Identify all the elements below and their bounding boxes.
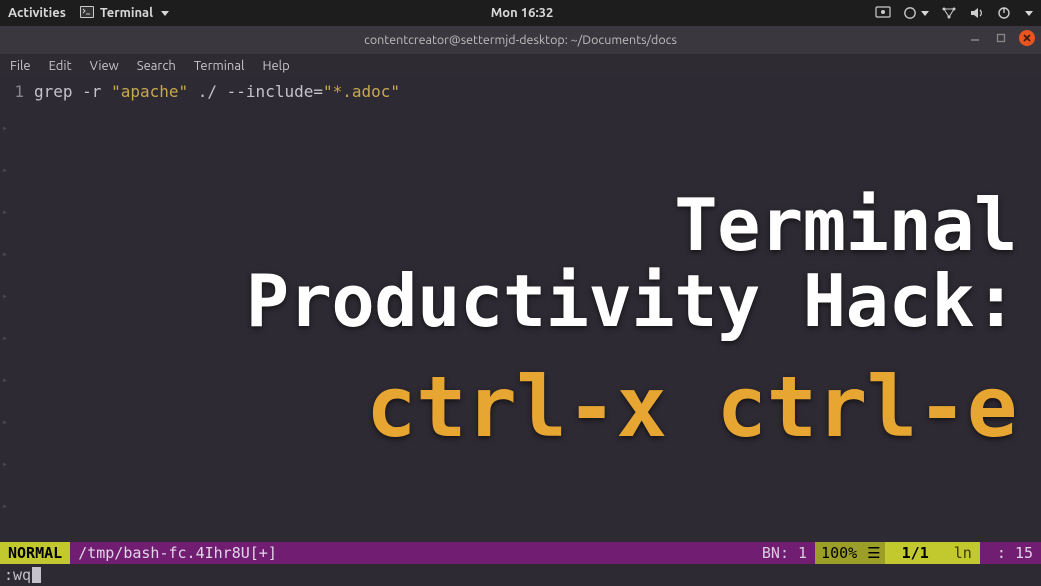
menu-search[interactable]: Search	[137, 59, 176, 73]
terminal-app-icon	[80, 6, 94, 21]
maximize-button[interactable]	[993, 30, 1009, 46]
power-icon[interactable]	[997, 6, 1011, 20]
overlay-subtitle: ctrl-x ctrl-e	[246, 361, 1017, 453]
file-segment: /tmp/bash-fc.4Ihr8U[+]	[70, 542, 285, 564]
chevron-down-icon	[921, 11, 929, 16]
circle-status-icon[interactable]	[903, 6, 917, 20]
cursor-block-icon	[32, 567, 41, 583]
activities-button[interactable]: Activities	[8, 6, 66, 20]
menu-view[interactable]: View	[90, 59, 119, 73]
volume-icon[interactable]	[969, 6, 985, 20]
desktop-root: Activities Terminal Mon 16:32	[0, 0, 1041, 586]
topbar-clock[interactable]: Mon 16:32	[491, 6, 554, 20]
chevron-down-icon	[161, 11, 169, 16]
app-menubar: File Edit View Search Terminal Help	[0, 54, 1041, 78]
overlay-title-line2: Productivity Hack:	[246, 264, 1017, 340]
buffer-number-segment: BN: 1	[754, 542, 815, 564]
app-menu-label: Terminal	[100, 6, 153, 20]
menu-file[interactable]: File	[10, 59, 31, 73]
hamburger-icon: ☰	[863, 542, 884, 564]
fold-tick-icon: ▸	[2, 376, 8, 386]
fold-tick-icon: ▸	[2, 418, 8, 428]
fold-tick-icon: ▸	[2, 502, 8, 512]
headline-overlay: Terminal Productivity Hack: ctrl-x ctrl-…	[246, 188, 1017, 454]
fold-tick-icon: ▸	[2, 250, 8, 260]
minimize-button[interactable]	[967, 30, 983, 46]
statusbar-fill	[285, 542, 754, 564]
screen-record-icon[interactable]	[875, 6, 891, 20]
fold-tick-icon: ▸	[2, 124, 8, 134]
position-segment: 1/1	[885, 542, 946, 564]
close-button[interactable]	[1019, 30, 1035, 46]
mode-segment: NORMAL	[0, 542, 70, 564]
overlay-title-line1: Terminal	[246, 188, 1017, 264]
chevron-down-icon	[1025, 11, 1033, 16]
vim-commandline[interactable]: :wq	[0, 564, 1041, 586]
line-number: 1	[14, 82, 24, 101]
window-title: contentcreator@settermjd-desktop: ~/Docu…	[364, 33, 677, 47]
fold-tick-icon: ▸	[2, 460, 8, 470]
network-icon[interactable]	[941, 6, 957, 20]
fold-tick-icon: ▸	[2, 292, 8, 302]
line-gutter: 1	[0, 78, 30, 542]
column-segment: : 15	[980, 542, 1041, 564]
menu-edit[interactable]: Edit	[49, 59, 72, 73]
command-text: :wq	[4, 566, 31, 584]
menu-terminal[interactable]: Terminal	[194, 59, 245, 73]
window-controls	[967, 30, 1035, 46]
gnome-topbar: Activities Terminal Mon 16:32	[0, 0, 1041, 26]
code-line: grep -r "apache" ./ --include="*.adoc"	[34, 82, 400, 101]
fold-tick-icon: ▸	[2, 208, 8, 218]
window-titlebar[interactable]: contentcreator@settermjd-desktop: ~/Docu…	[0, 26, 1041, 54]
menu-help[interactable]: Help	[262, 59, 289, 73]
fold-tick-icon: ▸	[2, 166, 8, 176]
app-menu-button[interactable]: Terminal	[80, 6, 169, 21]
vim-statusbar: NORMAL /tmp/bash-fc.4Ihr8U[+] BN: 1 100%…	[0, 542, 1041, 564]
editor-viewport[interactable]: 1 ▸ ▸ ▸ ▸ ▸ ▸ ▸ ▸ ▸ ▸ grep -r "apache" .…	[0, 78, 1041, 542]
line-label-segment: ln	[946, 542, 980, 564]
fold-tick-icon: ▸	[2, 334, 8, 344]
percent-segment: 100%	[815, 542, 863, 564]
